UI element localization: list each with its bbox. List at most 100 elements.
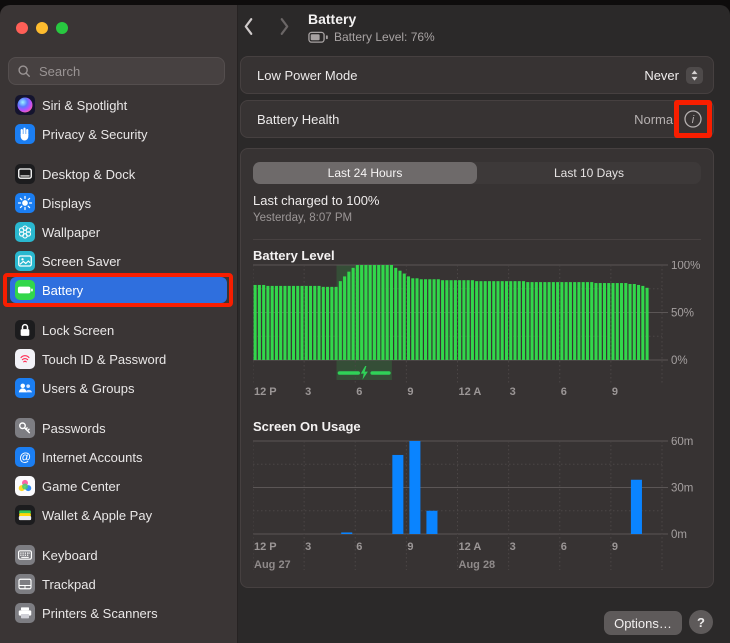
- svg-text:3: 3: [510, 541, 516, 553]
- search-field[interactable]: [8, 57, 225, 85]
- zoom-button[interactable]: [56, 22, 68, 34]
- screen-saver-icon: [15, 251, 35, 271]
- sidebar: Siri & Spotlight Privacy & Security Deskto…: [0, 5, 238, 643]
- battery-level-text: Battery Level: 76%: [334, 30, 435, 44]
- sidebar-list: Siri & Spotlight Privacy & Security Deskto…: [0, 92, 237, 640]
- sidebar-item-privacy-and-security[interactable]: Privacy & Security: [10, 121, 227, 147]
- last-charged-title: Last charged to 100%: [253, 193, 379, 208]
- svg-text:30m: 30m: [671, 483, 693, 495]
- stepper-icon: [686, 67, 703, 84]
- svg-text:100%: 100%: [671, 261, 700, 272]
- options-button[interactable]: Options…: [604, 611, 682, 635]
- tab-last-24-hours[interactable]: Last 24 Hours: [253, 162, 477, 184]
- touch-id-icon: [15, 349, 35, 369]
- battery-status: Battery Level: 76%: [308, 30, 435, 44]
- at-sign-icon: @: [15, 447, 35, 467]
- sidebar-item-label: Users & Groups: [42, 381, 134, 396]
- battery-level-chart: 100%50%0%12 P36912 A369: [253, 261, 705, 401]
- sidebar-item-lock-screen[interactable]: Lock Screen: [10, 317, 227, 343]
- svg-text:9: 9: [612, 386, 618, 398]
- svg-text:3: 3: [305, 541, 311, 553]
- search-input[interactable]: [37, 63, 216, 80]
- svg-text:12 A: 12 A: [459, 386, 482, 398]
- sidebar-group: Passwords @ Internet Accounts Game Center Wa…: [0, 415, 237, 528]
- sidebar-item-displays[interactable]: Displays: [10, 190, 227, 216]
- sidebar-item-label: Displays: [42, 196, 91, 211]
- low-power-mode-value: Never: [644, 68, 679, 83]
- svg-text:12 P: 12 P: [254, 541, 277, 553]
- sidebar-item-wallpaper[interactable]: Wallpaper: [10, 219, 227, 245]
- sidebar-item-label: Passwords: [42, 421, 106, 436]
- chevron-left-icon: [243, 17, 254, 41]
- svg-text:6: 6: [356, 541, 362, 553]
- time-range-tabs: Last 24 HoursLast 10 Days: [253, 162, 701, 184]
- last-charged-subtitle: Yesterday, 8:07 PM: [253, 212, 352, 224]
- close-button[interactable]: [16, 22, 28, 34]
- sidebar-item-screen-saver[interactable]: Screen Saver: [10, 248, 227, 274]
- svg-text:3: 3: [305, 386, 311, 398]
- users-groups-icon: [15, 378, 35, 398]
- sidebar-item-desktop-and-dock[interactable]: Desktop & Dock: [10, 161, 227, 187]
- svg-text:0%: 0%: [671, 355, 688, 367]
- divider: [253, 239, 701, 240]
- battery-health-value: Normal: [634, 112, 676, 127]
- sidebar-item-label: Internet Accounts: [42, 450, 142, 465]
- sidebar-item-game-center[interactable]: Game Center: [10, 473, 227, 499]
- svg-text:12 A: 12 A: [459, 541, 482, 553]
- sidebar-item-label: Printers & Scanners: [42, 606, 158, 621]
- svg-text:6: 6: [356, 386, 362, 398]
- sidebar-group: Keyboard Trackpad Printers & Scanners: [0, 542, 237, 626]
- siri-icon: [15, 95, 35, 115]
- sidebar-item-label: Screen Saver: [42, 254, 121, 269]
- keyboard-icon: [15, 545, 35, 565]
- svg-text:Aug 28: Aug 28: [459, 559, 496, 571]
- battery-health-info-icon[interactable]: i: [683, 109, 703, 129]
- sidebar-item-touch-id-and-password[interactable]: Touch ID & Password: [10, 346, 227, 372]
- tab-last-10-days[interactable]: Last 10 Days: [477, 162, 701, 184]
- wallpaper-flower-icon: [15, 222, 35, 242]
- sidebar-item-passwords[interactable]: Passwords: [10, 415, 227, 441]
- battery-icon: [15, 280, 35, 300]
- displays-sun-icon: [15, 193, 35, 213]
- sidebar-item-label: Trackpad: [42, 577, 96, 592]
- low-power-mode-popup[interactable]: Never: [644, 67, 703, 84]
- back-button[interactable]: [238, 17, 258, 37]
- sidebar-item-siri-and-spotlight[interactable]: Siri & Spotlight: [10, 92, 227, 118]
- sidebar-item-label: Touch ID & Password: [42, 352, 166, 367]
- sidebar-item-printers-and-scanners[interactable]: Printers & Scanners: [10, 600, 227, 626]
- sidebar-item-wallet-and-apple-pay[interactable]: Wallet & Apple Pay: [10, 502, 227, 528]
- sidebar-item-keyboard[interactable]: Keyboard: [10, 542, 227, 568]
- sidebar-item-label: Desktop & Dock: [42, 167, 135, 182]
- sidebar-item-battery[interactable]: Battery: [10, 277, 227, 303]
- sidebar-item-internet-accounts[interactable]: @ Internet Accounts: [10, 444, 227, 470]
- sidebar-group: Desktop & Dock Displays Wallpaper Screen Sa…: [0, 161, 237, 303]
- svg-text:60m: 60m: [671, 437, 693, 448]
- svg-text:@: @: [19, 451, 30, 464]
- sidebar-item-trackpad[interactable]: Trackpad: [10, 571, 227, 597]
- screen-on-usage-chart-title: Screen On Usage: [253, 419, 361, 434]
- game-center-icon: [15, 476, 35, 496]
- sidebar-item-label: Wallpaper: [42, 225, 100, 240]
- battery-health-row: Battery Health Normal i: [240, 100, 714, 138]
- search-icon: [17, 64, 31, 78]
- battery-health-label: Battery Health: [257, 112, 339, 127]
- sidebar-item-label: Keyboard: [42, 548, 98, 563]
- sidebar-item-label: Siri & Spotlight: [42, 98, 127, 113]
- svg-text:50%: 50%: [671, 308, 694, 320]
- forward-button[interactable]: [274, 17, 294, 37]
- svg-text:3: 3: [510, 386, 516, 398]
- wallet-icon: [15, 505, 35, 525]
- sidebar-group: Lock Screen Touch ID & Password Users & Gr…: [0, 317, 237, 401]
- minimize-button[interactable]: [36, 22, 48, 34]
- sidebar-item-label: Wallet & Apple Pay: [42, 508, 152, 523]
- privacy-hand-icon: [15, 124, 35, 144]
- help-button[interactable]: ?: [689, 610, 713, 634]
- screen-on-usage-chart: 60m30m0m12 P36912 A369Aug 27Aug 28: [253, 437, 705, 577]
- lock-icon: [15, 320, 35, 340]
- passwords-key-icon: [15, 418, 35, 438]
- svg-text:Aug 27: Aug 27: [254, 559, 291, 571]
- desktop-dock-icon: [15, 164, 35, 184]
- sidebar-item-users-and-groups[interactable]: Users & Groups: [10, 375, 227, 401]
- system-settings-window: Siri & Spotlight Privacy & Security Deskto…: [0, 5, 730, 643]
- printer-icon: [15, 603, 35, 623]
